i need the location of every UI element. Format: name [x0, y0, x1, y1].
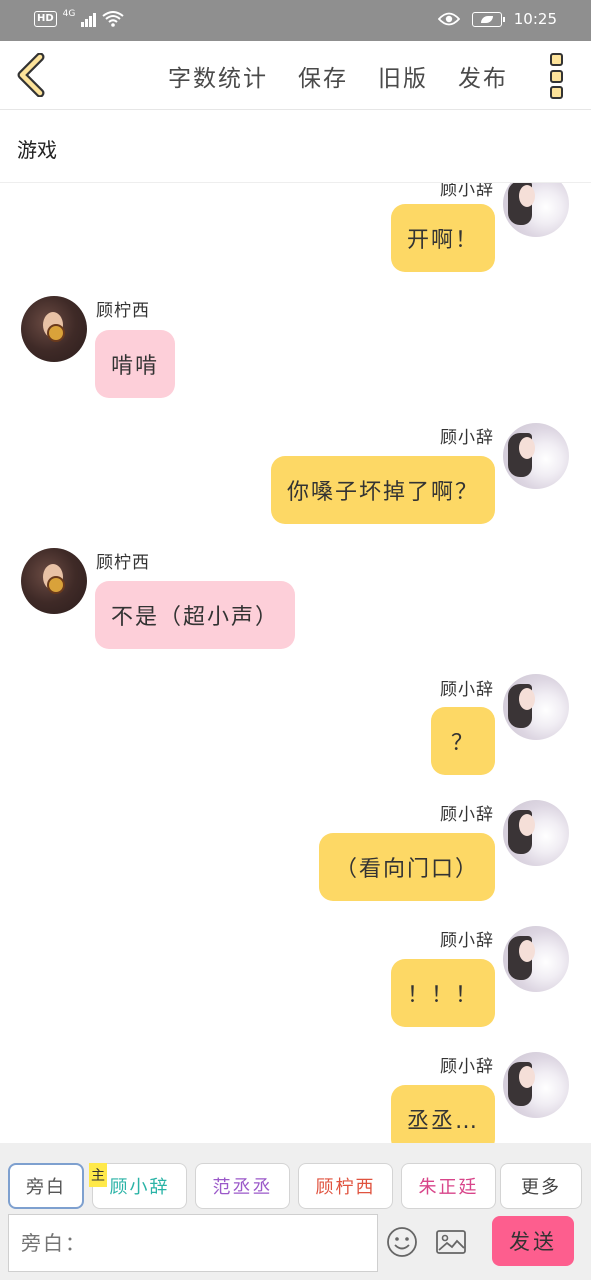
sender-name: 顾小辞 — [440, 931, 494, 951]
save-button[interactable]: 保存 — [298, 59, 348, 93]
role-label: 范丞丞 — [212, 1177, 273, 1198]
avatar — [503, 423, 569, 489]
more-roles-button[interactable]: 更多 — [500, 1163, 582, 1209]
sender-name: 顾小辞 — [440, 428, 494, 448]
emoji-icon[interactable] — [386, 1226, 418, 1258]
status-time: 10:25 — [513, 10, 557, 28]
signal-icon — [81, 11, 97, 27]
word-count-button[interactable]: 字数统计 — [168, 59, 268, 93]
sender-name: 顾小辞 — [440, 805, 494, 825]
main-character-badge: 主 — [89, 1163, 107, 1187]
sender-name: 顾小辞 — [440, 1057, 494, 1077]
avatar — [21, 548, 87, 614]
role-label: 更多 — [521, 1177, 561, 1198]
status-bar: HD 4G 10:25 — [0, 0, 591, 41]
chat-bubble[interactable]: 不是（超小声） — [95, 581, 296, 649]
send-button[interactable]: 发送 — [492, 1216, 574, 1266]
sender-name: 顾小辞 — [440, 183, 494, 200]
chat-bubble[interactable]: 你嗓子坏掉了啊？ — [270, 456, 495, 524]
role-zhu-zhengting[interactable]: 朱正廷 — [401, 1163, 496, 1209]
status-left: HD 4G — [34, 9, 124, 27]
role-label: 顾小辞 — [109, 1177, 170, 1198]
role-label: 朱正廷 — [418, 1177, 479, 1198]
hd-icon: HD — [34, 11, 57, 27]
avatar — [503, 800, 569, 866]
chat-bubble[interactable]: ？ — [430, 707, 495, 775]
chevron-left-icon[interactable] — [14, 53, 48, 97]
role-label: 顾柠西 — [315, 1177, 376, 1198]
message-input[interactable] — [8, 1214, 378, 1272]
chat-bubble[interactable]: （看向门口） — [318, 833, 495, 901]
editor-toolbar: 字数统计 保存 旧版 发布 — [0, 41, 591, 110]
chat-area: 顾小辞 开啊！ 顾柠西 啃啃 顾小辞 你嗓子坏掉了啊？ 顾柠西 不是（超小声） … — [0, 183, 591, 1143]
avatar — [503, 674, 569, 740]
sender-name: 顾柠西 — [96, 553, 150, 573]
role-gu-ningxi[interactable]: 顾柠西 — [298, 1163, 393, 1209]
publish-button[interactable]: 发布 — [458, 59, 508, 93]
story-title-bar: 游戏 — [0, 110, 591, 183]
chat-bubble[interactable]: ！！！ — [390, 959, 495, 1027]
chat-bubble[interactable]: 丞丞… — [390, 1085, 495, 1143]
avatar — [503, 183, 569, 237]
chat-bubble[interactable]: 开啊！ — [390, 204, 495, 272]
avatar — [503, 1052, 569, 1118]
battery-icon — [471, 11, 505, 27]
role-fan-chengcheng[interactable]: 范丞丞 — [195, 1163, 290, 1209]
wifi-icon — [102, 11, 124, 27]
toolbar-actions: 字数统计 保存 旧版 发布 — [168, 59, 508, 93]
old-version-button[interactable]: 旧版 — [378, 59, 428, 93]
role-narrator[interactable]: 旁白 — [8, 1163, 84, 1209]
eye-icon — [437, 12, 460, 26]
network-type: 4G — [62, 9, 76, 19]
avatar — [21, 296, 87, 362]
vertical-dots-icon[interactable] — [550, 53, 568, 99]
sender-name: 顾柠西 — [96, 301, 150, 321]
chat-bubble[interactable]: 啃啃 — [95, 330, 176, 398]
avatar — [503, 926, 569, 992]
role-label: 旁白 — [26, 1177, 66, 1198]
image-icon[interactable] — [435, 1226, 467, 1258]
sender-name: 顾小辞 — [440, 680, 494, 700]
status-right: 10:25 — [437, 10, 557, 28]
story-title[interactable]: 游戏 — [17, 134, 57, 163]
